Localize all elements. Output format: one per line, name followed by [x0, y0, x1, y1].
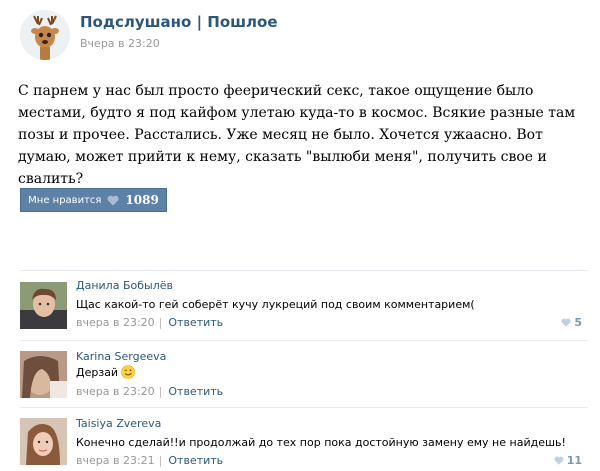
heart-icon [107, 195, 119, 205]
comment-like-button[interactable]: 5 [561, 316, 582, 329]
comment-text-content: Конечно сделай!!и продолжай до тех пор п… [76, 436, 566, 449]
comment-meta: вчера в 23:20 | Ответить [76, 385, 223, 398]
like-label: Мне нравится [28, 194, 102, 206]
like-button[interactable]: Мне нравится 1089 [20, 188, 167, 212]
group-name[interactable]: Подслушано | Пошлое [80, 13, 278, 31]
comment-author[interactable]: Данила Бобылёв [76, 279, 173, 292]
user-photo [20, 418, 67, 465]
post-header: Подслушано | Пошлое Вчера в 23:20 [0, 0, 600, 66]
comment-like-count: 5 [574, 316, 582, 329]
comment-time[interactable]: вчера в 23:21 [76, 454, 155, 467]
separator: | [158, 316, 163, 329]
comment-author[interactable]: Taisiya Zvereva [76, 417, 161, 430]
comment-like-count: 11 [566, 454, 582, 467]
avatar[interactable] [20, 418, 67, 465]
comment-text: Дерзай [76, 365, 135, 379]
avatar[interactable] [20, 282, 67, 329]
comment-text: Конечно сделай!!и продолжай до тех пор п… [76, 436, 566, 449]
comment-meta: вчера в 23:20 | Ответить [76, 316, 223, 329]
group-avatar[interactable] [20, 10, 70, 60]
heart-icon [561, 318, 571, 327]
comment-author[interactable]: Karina Sergeeva [76, 350, 166, 363]
reply-link[interactable]: Ответить [168, 316, 223, 329]
divider [20, 340, 588, 341]
separator: | [158, 385, 163, 398]
post-time[interactable]: Вчера в 23:20 [80, 37, 160, 50]
post-text: С парнем у нас был просто феерический се… [18, 83, 576, 187]
like-count: 1089 [125, 193, 159, 207]
reply-link[interactable]: Ответить [168, 385, 223, 398]
avatar[interactable] [20, 351, 67, 398]
comment-text-content: Щас какой-то гей соберёт кучу лукреций п… [76, 298, 475, 311]
deer-icon [20, 10, 70, 60]
reply-link[interactable]: Ответить [168, 454, 223, 467]
comment-time[interactable]: вчера в 23:20 [76, 316, 155, 329]
smiley-icon [121, 365, 135, 379]
comment-meta: вчера в 23:21 | Ответить [76, 454, 223, 467]
separator: | [158, 454, 163, 467]
comment-text: Щас какой-то гей соберёт кучу лукреций п… [76, 298, 475, 311]
comment-time[interactable]: вчера в 23:20 [76, 385, 155, 398]
divider [20, 270, 588, 271]
comment-text-content: Дерзай [76, 365, 119, 379]
heart-icon [554, 456, 564, 465]
comment-like-button[interactable]: 11 [554, 454, 582, 467]
user-photo [20, 351, 67, 398]
user-photo [20, 282, 67, 329]
divider [20, 407, 588, 408]
